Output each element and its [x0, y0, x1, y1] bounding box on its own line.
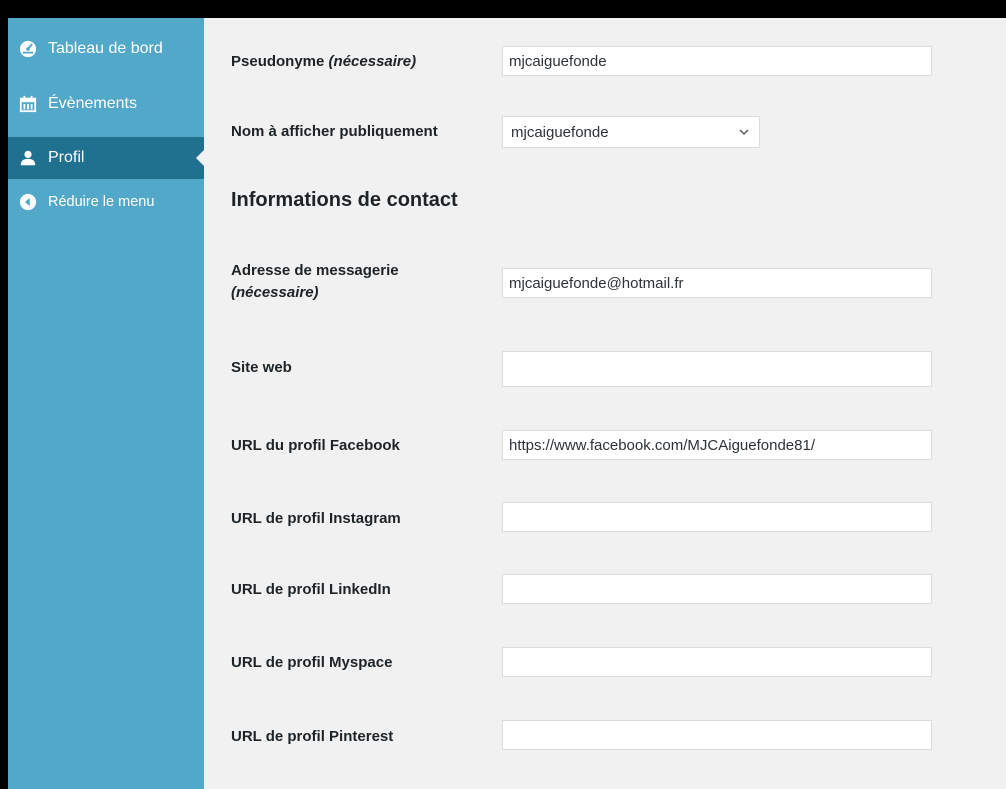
admin-sidebar: Tableau de bord Évènements Profil Réduir…	[8, 18, 204, 789]
myspace-input[interactable]	[502, 647, 932, 677]
sidebar-item-events[interactable]: Évènements	[8, 84, 204, 124]
wp-admin-window: Tableau de bord Évènements Profil Réduir…	[8, 18, 1006, 789]
sidebar-item-dashboard[interactable]: Tableau de bord	[8, 29, 204, 69]
linkedin-input[interactable]	[502, 574, 932, 604]
contact-section-title: Informations de contact	[231, 189, 458, 211]
profile-form: Pseudonyme (nécessaire) Nom à afficher p…	[204, 18, 1006, 789]
linkedin-label: URL de profil LinkedIn	[231, 581, 391, 598]
required-note: (nécessaire)	[328, 53, 417, 70]
display-name-selected-value: mjcaiguefonde	[511, 123, 609, 141]
calendar-icon	[8, 95, 48, 113]
sidebar-item-label: Profil	[48, 149, 85, 166]
user-icon	[8, 149, 48, 167]
required-note: (nécessaire)	[231, 284, 319, 301]
sidebar-item-profile[interactable]: Profil	[8, 137, 204, 179]
email-label: Adresse de messagerie (nécessaire)	[231, 262, 399, 301]
dashboard-icon	[8, 40, 48, 58]
collapse-icon	[8, 193, 48, 211]
pinterest-label: URL de profil Pinterest	[231, 728, 394, 745]
chevron-down-icon	[737, 125, 751, 139]
email-input[interactable]	[502, 268, 932, 298]
display-name-select[interactable]: mjcaiguefonde	[502, 116, 760, 148]
website-input[interactable]	[502, 351, 932, 387]
display-name-label: Nom à afficher publiquement	[231, 123, 438, 140]
facebook-label: URL du profil Facebook	[231, 437, 400, 454]
sidebar-item-label: Réduire le menu	[48, 194, 155, 210]
nickname-input[interactable]	[502, 46, 932, 76]
facebook-input[interactable]	[502, 430, 932, 460]
sidebar-item-label: Évènements	[48, 95, 137, 112]
sidebar-item-label: Tableau de bord	[48, 40, 163, 57]
myspace-label: URL de profil Myspace	[231, 654, 393, 671]
nickname-label: Pseudonyme (nécessaire)	[231, 53, 417, 70]
website-label: Site web	[231, 359, 292, 376]
sidebar-item-collapse[interactable]: Réduire le menu	[8, 182, 204, 222]
instagram-label: URL de profil Instagram	[231, 510, 401, 527]
pinterest-input[interactable]	[502, 720, 932, 750]
instagram-input[interactable]	[502, 502, 932, 532]
